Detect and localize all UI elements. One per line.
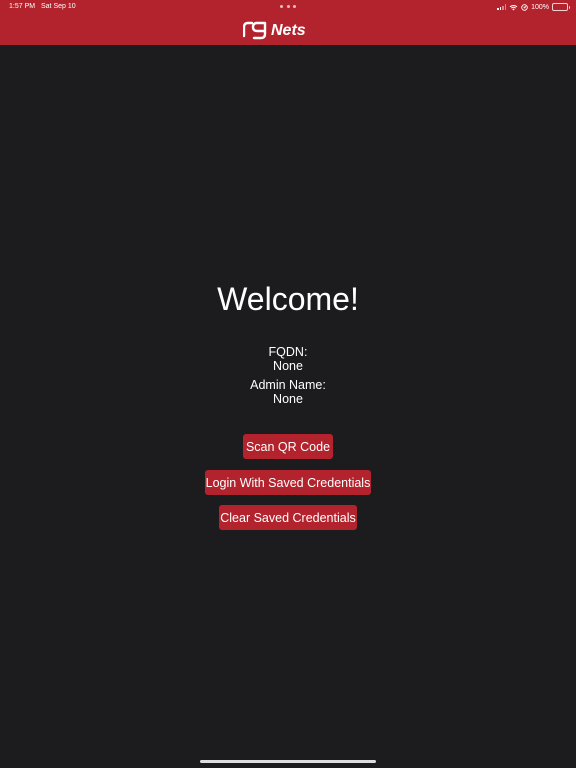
dot-icon [286, 5, 290, 8]
fqdn-label: FQDN: [268, 345, 308, 359]
dot-icon [293, 5, 296, 8]
status-bar: 1:57 PM Sat Sep 10 100% [0, 0, 576, 14]
wifi-icon [509, 4, 518, 10]
welcome-title: Welcome! [217, 281, 359, 317]
login-saved-credentials-button[interactable]: Login With Saved Credentials [205, 470, 371, 495]
status-date: Sat Sep 10 [41, 3, 76, 10]
home-indicator[interactable] [200, 760, 376, 763]
fqdn-value: None [273, 359, 303, 373]
multitasking-dots[interactable] [280, 5, 296, 9]
signal-icon [497, 4, 507, 10]
dot-icon [280, 5, 283, 8]
app-header: 1:57 PM Sat Sep 10 100% Nets [0, 0, 576, 45]
svg-text:Nets: Nets [271, 22, 306, 39]
battery-percentage: 100% [531, 3, 549, 11]
admin-name-value: None [273, 392, 303, 406]
clear-saved-credentials-button[interactable]: Clear Saved Credentials [219, 505, 357, 530]
admin-name-label: Admin Name: [250, 378, 326, 392]
rgnets-logo: Nets [243, 21, 306, 40]
scan-qr-button[interactable]: Scan QR Code [243, 434, 333, 459]
main-content: Welcome! FQDN: None Admin Name: None Sca… [0, 45, 576, 768]
location-icon [521, 3, 528, 11]
status-indicators: 100% [497, 2, 570, 12]
battery-icon [552, 3, 570, 11]
status-time: 1:57 PM [9, 3, 36, 10]
